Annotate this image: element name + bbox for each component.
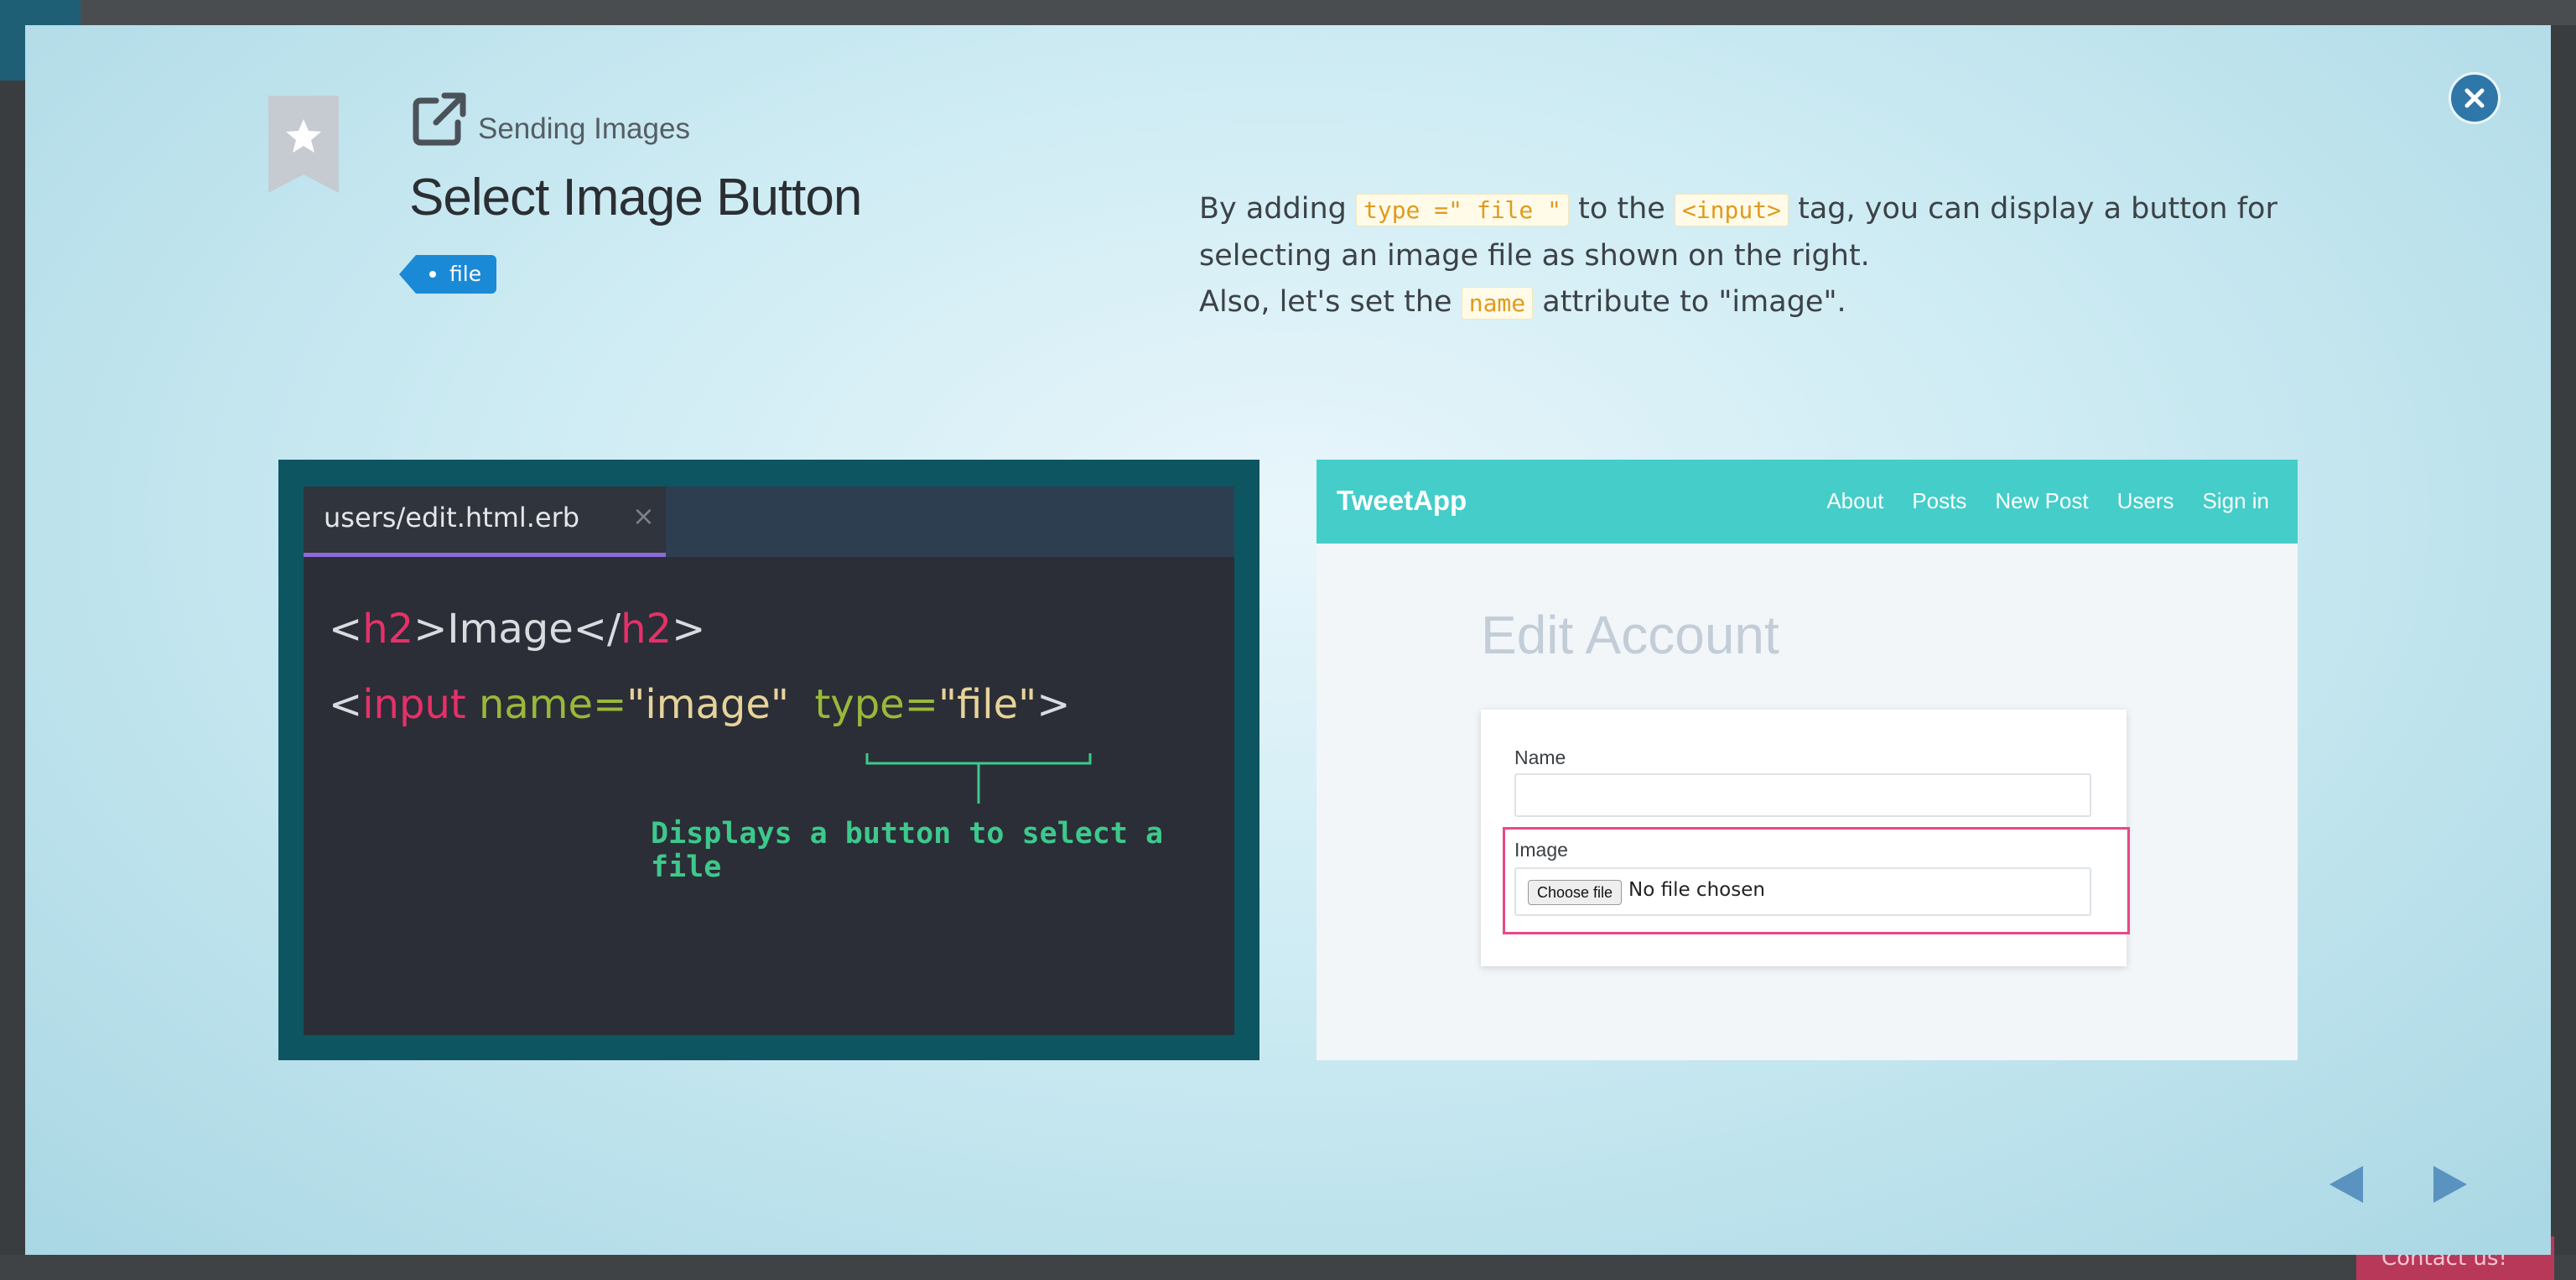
preview-panel: TweetApp About Posts New Post Users Sign…: [1317, 460, 2298, 1060]
code-editor: users/edit.html.erb × <h2>Image</h2> <in…: [304, 487, 1234, 1035]
page-title: Select Image Button: [409, 169, 862, 226]
close-button[interactable]: [2449, 72, 2501, 124]
nav-about[interactable]: About: [1826, 488, 1883, 514]
tab-close-icon[interactable]: ×: [632, 500, 655, 532]
topic-tag[interactable]: file: [398, 255, 497, 294]
code-snippet-name: name: [1461, 287, 1534, 320]
tab-filename: users/edit.html.erb: [324, 502, 580, 533]
bookmark-star-icon[interactable]: [268, 96, 339, 193]
tag-label: file: [449, 262, 482, 286]
desc-text: attribute to "image".: [1533, 285, 1846, 319]
external-link-icon: [413, 92, 466, 146]
next-arrow-icon[interactable]: [2432, 1164, 2469, 1205]
code-panel: users/edit.html.erb × <h2>Image</h2> <in…: [278, 460, 1259, 1060]
code-snippet-input: <input>: [1674, 194, 1789, 226]
file-input: Choose file No file chosen: [1514, 867, 2091, 916]
background-topbar: [0, 0, 2576, 25]
edit-form-card: Name Image Choose file No file chosen: [1481, 710, 2130, 966]
nav-sign-in[interactable]: Sign in: [2203, 488, 2270, 514]
close-icon: [2464, 88, 2485, 108]
description-paragraph-2: Also, let's set the name attribute to "i…: [1199, 279, 2314, 326]
editor-tab[interactable]: users/edit.html.erb ×: [304, 487, 666, 557]
name-label: Name: [1514, 747, 1566, 768]
tag-dot: [429, 271, 436, 278]
code-snippet-type: type =" file ": [1355, 194, 1569, 226]
lesson-description: By adding type =" file " to the <input> …: [1199, 186, 2314, 326]
prev-arrow-icon[interactable]: [2328, 1164, 2365, 1205]
code-annotation: Displays a button to select a file: [651, 817, 1164, 884]
desc-text: Also, let's set the: [1199, 285, 1462, 319]
nav-users[interactable]: Users: [2117, 488, 2174, 514]
chapter-label: Sending Images: [478, 112, 690, 145]
name-input[interactable]: [1514, 773, 2091, 817]
preview-navbar: TweetApp About Posts New Post Users Sign…: [1317, 460, 2298, 544]
nav-links: About Posts New Post Users Sign in: [1826, 488, 2269, 514]
desc-text: By adding: [1199, 192, 1356, 226]
code-line-1: <h2>Image</h2>: [329, 606, 706, 653]
edit-account-heading: Edit Account: [1481, 605, 1779, 665]
no-file-text: No file chosen: [1628, 879, 1765, 901]
slide-modal: Sending Images Select Image Button file …: [25, 25, 2551, 1255]
background-bottom-bar: [0, 1255, 2576, 1280]
description-paragraph-1: By adding type =" file " to the <input> …: [1199, 186, 2314, 279]
code-line-2: <input name="image" type="file">: [329, 681, 1071, 728]
brand-logo[interactable]: TweetApp: [1337, 485, 1467, 517]
editor-tabbar: users/edit.html.erb ×: [304, 487, 1234, 557]
nav-posts[interactable]: Posts: [1912, 488, 1966, 514]
image-label: Image: [1514, 839, 1568, 861]
annotation-bracket: [865, 753, 1092, 804]
nav-new-post[interactable]: New Post: [1995, 488, 2088, 514]
choose-file-button[interactable]: Choose file: [1528, 880, 1623, 905]
desc-text: to the: [1569, 192, 1675, 226]
